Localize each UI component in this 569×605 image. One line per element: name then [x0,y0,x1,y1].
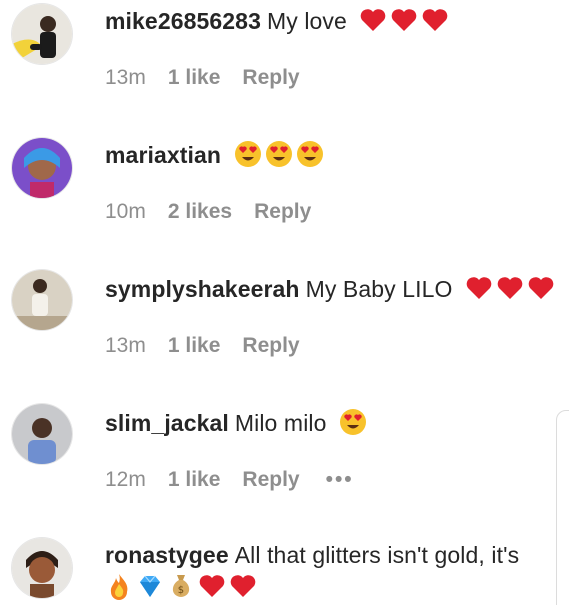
red-heart-icon [466,277,492,299]
avatar[interactable] [12,270,72,330]
reply-button[interactable]: Reply [242,334,299,357]
money-bag-icon: $ [172,575,190,597]
comment-username[interactable]: slim_jackal [105,410,229,436]
comment-text: Milo milo [234,410,327,436]
comment-text-line: slim_jackal Milo milo [105,408,370,437]
like-count-button[interactable]: 1 like [168,468,221,491]
comment-text: All that glitters isn't gold, it's [234,542,520,568]
comment-item: mike26856283 My love 13m 1 like Reply [0,0,569,134]
heart-eyes-icon [296,141,323,167]
avatar[interactable] [12,538,72,598]
comment-time: 12m [105,468,146,491]
red-heart-icon [528,277,554,299]
comment-item: slim_jackal Milo milo 12m 1 like Reply ••• [0,402,569,536]
like-count-button[interactable]: 1 like [168,66,221,89]
comment-username[interactable]: mike26856283 [105,8,261,34]
red-heart-icon [361,9,386,32]
like-count-button[interactable]: 1 like [168,334,221,357]
comment-item: ronastygee All that glitters isn't gold, … [0,536,569,605]
red-heart-icon [392,9,417,32]
avatar[interactable] [12,138,72,198]
side-panel-edge [556,410,569,605]
comment-text-line: ronastygee All that glitters isn't gold, … [105,542,519,569]
like-count-button[interactable]: 2 likes [168,200,232,223]
comment-text: My love [266,8,347,34]
avatar[interactable] [12,404,72,464]
red-heart-icon [423,9,448,32]
comment-item: symplyshakeerah My Baby LILO 13m 1 like Rep… [0,268,569,402]
comment-time: 10m [105,200,146,223]
reply-button[interactable]: Reply [254,200,311,223]
comment-text: My Baby LILO [305,276,453,302]
comment-username[interactable]: symplyshakeerah [105,276,300,302]
fire-icon [110,574,128,600]
reply-button[interactable]: Reply [242,468,299,491]
reply-button[interactable]: Reply [242,66,299,89]
comment-username[interactable]: mariaxtian [105,142,221,168]
heart-eyes-icon [265,141,292,167]
heart-eyes-icon [340,409,367,435]
red-heart-icon [199,575,225,597]
comment-meta: 12m 1 like Reply ••• [105,468,354,492]
comment-time: 13m [105,66,146,89]
comment-meta: 10m 2 likes Reply [105,200,311,224]
comment-text-line: mike26856283 My love [105,6,452,35]
comment-time: 13m [105,334,146,357]
comment-item: mariaxtian 10m 2 likes Reply [0,134,569,268]
heart-eyes-icon [234,141,261,167]
red-heart-icon [497,277,523,299]
comment-meta: 13m 1 like Reply [105,334,300,358]
comment-meta: 13m 1 like Reply [105,66,300,90]
more-options-button[interactable]: ••• [326,468,354,491]
gem-stone-icon [140,575,160,597]
comment-username[interactable]: ronastygee [105,542,229,568]
svg-text:$: $ [178,585,184,596]
avatar[interactable] [12,4,72,64]
comment-text-line: symplyshakeerah My Baby LILO [105,274,558,303]
red-heart-icon [230,575,256,597]
comment-text-line: mariaxtian [105,140,327,169]
comment-emoji-line: $ [105,572,260,601]
